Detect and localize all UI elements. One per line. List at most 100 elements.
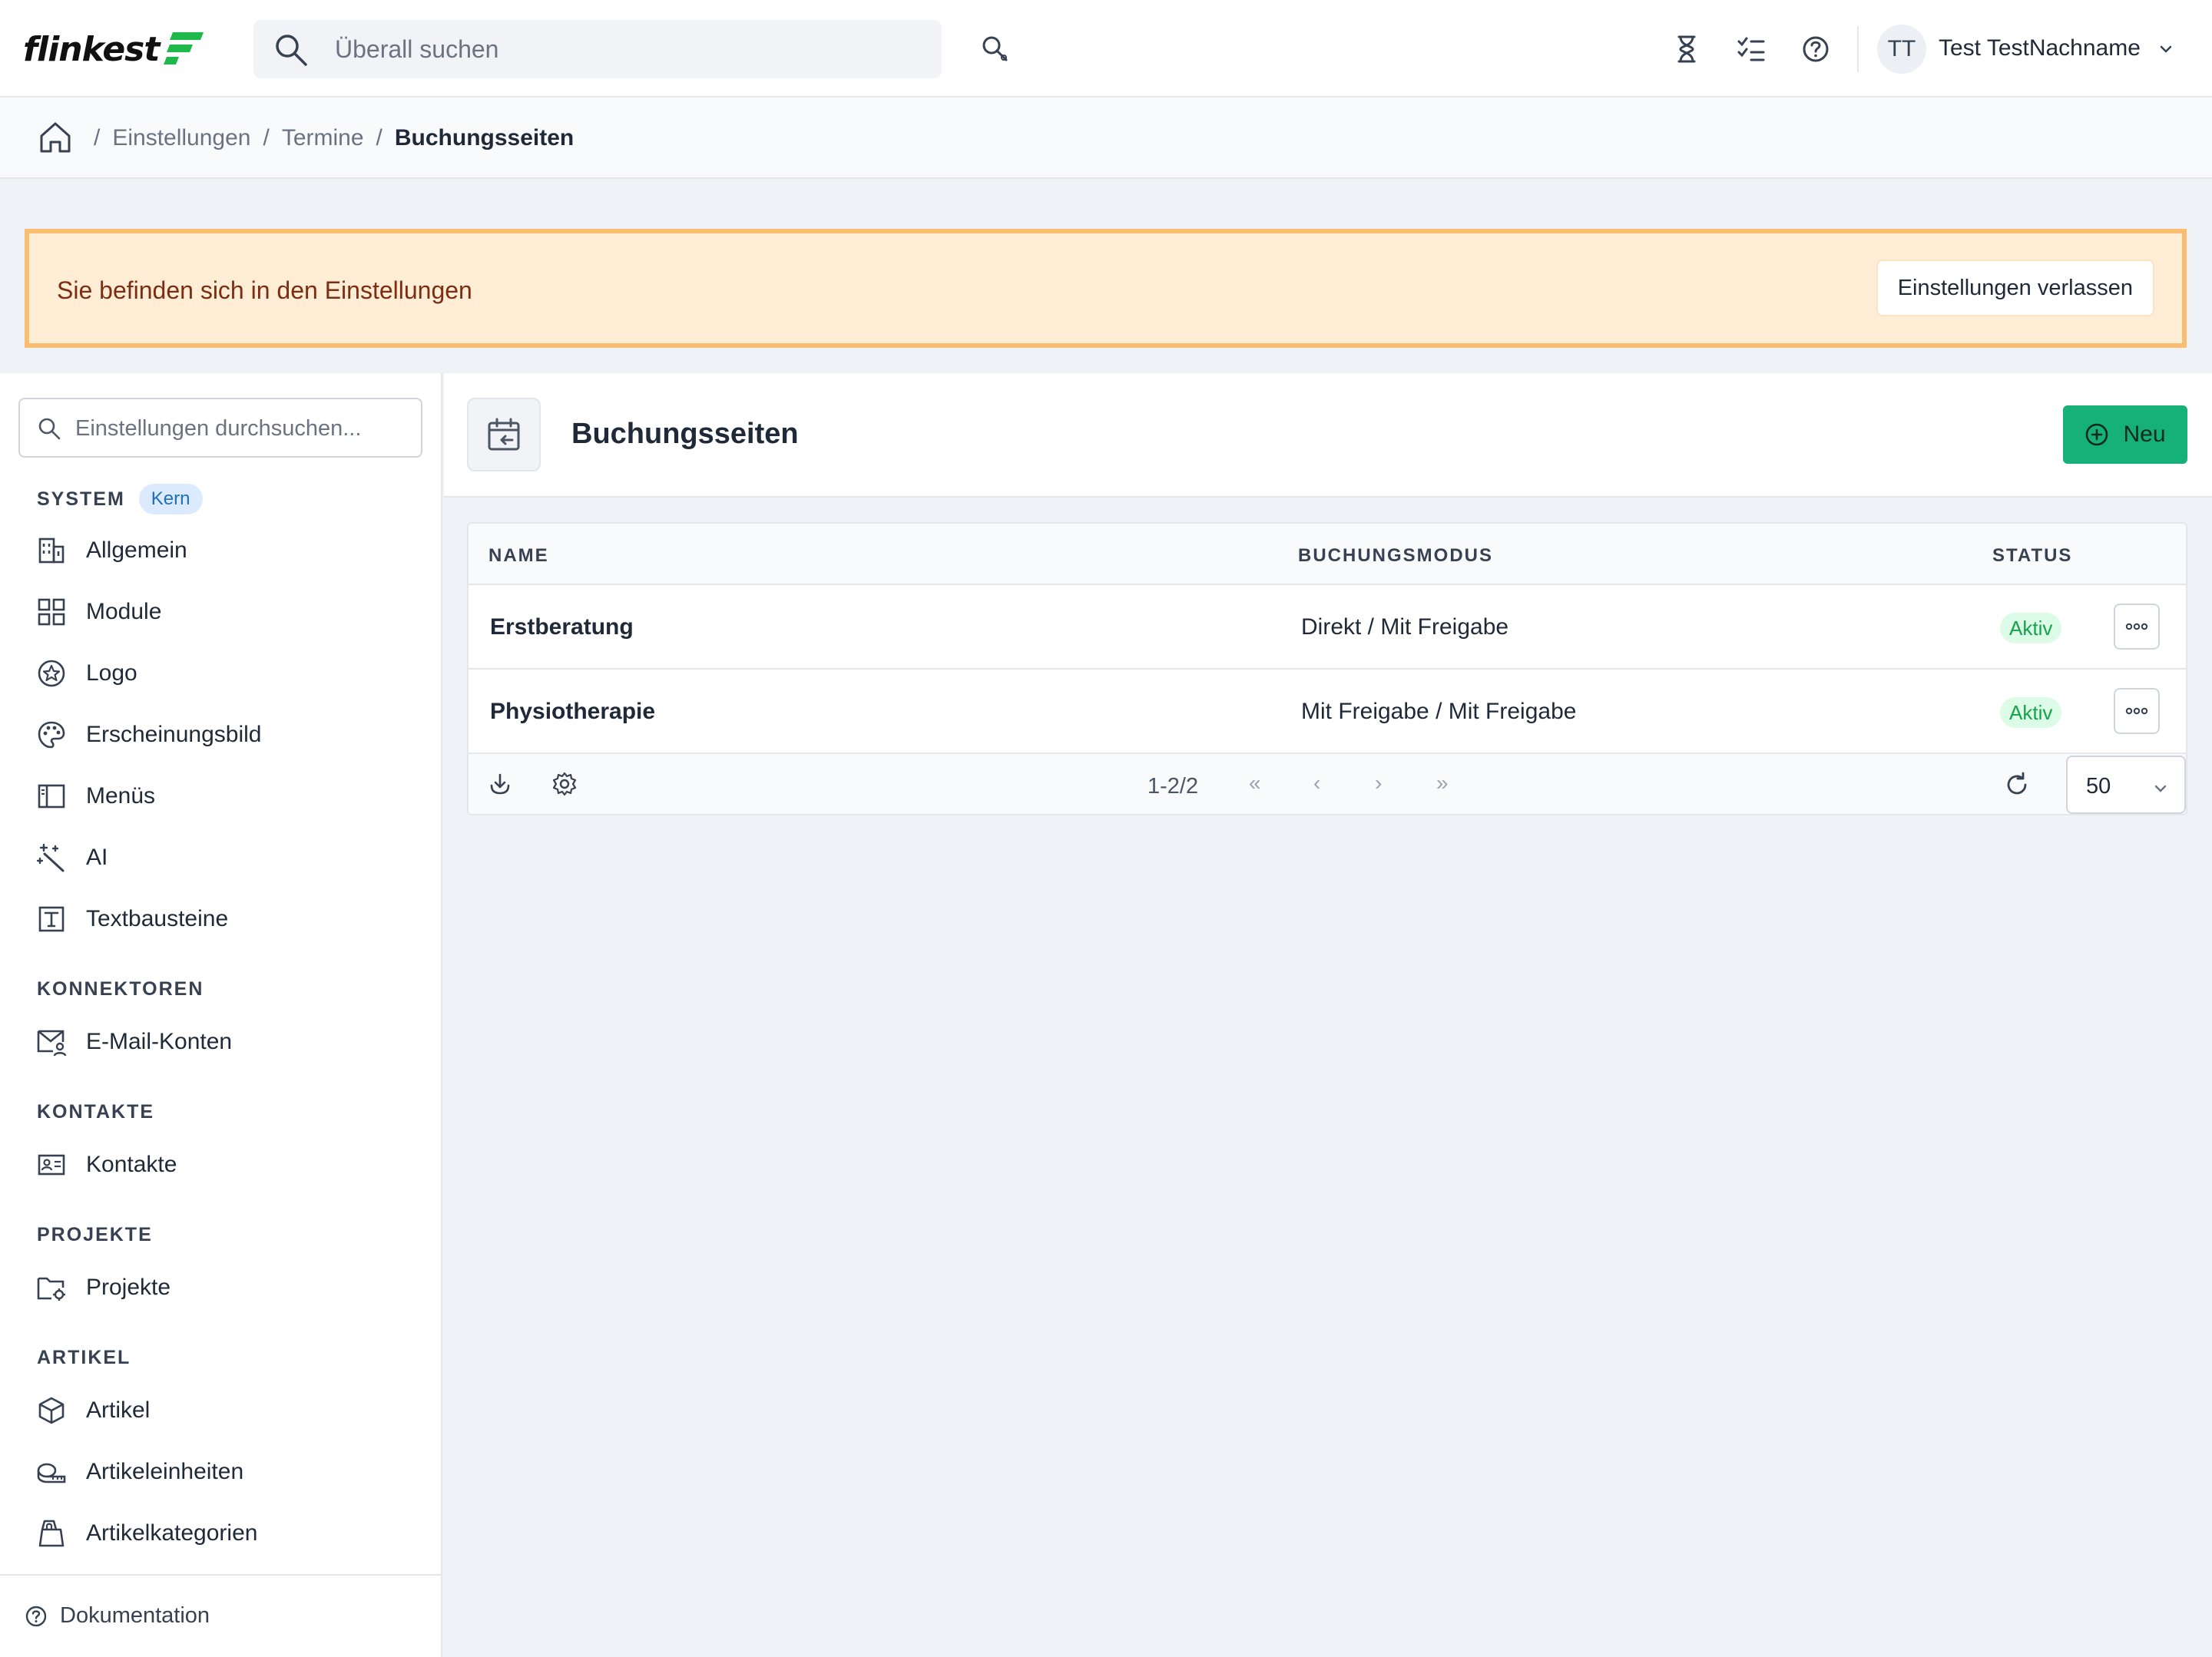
sidebar-item-artikel[interactable]: Artikel [35, 1391, 150, 1430]
divider [1857, 26, 1859, 72]
section-kontakte-heading: KONTAKTE [37, 1101, 154, 1123]
hourglass-icon[interactable] [1671, 34, 1702, 64]
avatar[interactable]: TT [1877, 25, 1926, 74]
advanced-search-icon[interactable] [980, 34, 1011, 64]
breadcrumb-separator: / [376, 125, 382, 150]
breadcrumb: / Einstellungen / Termine / Buchungsseit… [94, 125, 574, 151]
breadcrumb-separator: / [263, 125, 270, 150]
sidebar-item-label: Erscheinungsbild [86, 722, 262, 747]
pagination-range: 1-2/2 [1147, 774, 1199, 799]
column-header-name[interactable]: NAME [488, 545, 549, 567]
sidebar-item-label: Menüs [86, 783, 156, 809]
leave-settings-button[interactable]: Einstellungen verlassen [1876, 260, 2154, 316]
search-icon [38, 418, 61, 440]
page-title: Buchungsseiten [571, 418, 799, 450]
section-title: PROJEKTE [37, 1224, 153, 1245]
palette-icon [38, 721, 65, 749]
settings-search[interactable] [18, 398, 422, 458]
sidebar-item-ai[interactable]: AI [35, 838, 108, 877]
sidebar-item-textbausteine[interactable]: Textbausteine [35, 900, 228, 938]
grid-icon [38, 598, 65, 626]
text-block-icon [38, 906, 65, 932]
status-badge: Aktiv [2000, 697, 2062, 728]
section-projekte-heading: PROJEKTE [37, 1224, 153, 1246]
new-button-label: Neu [2123, 422, 2166, 447]
refresh-icon[interactable] [2003, 771, 2031, 799]
row-booking-mode: Direkt / Mit Freigabe [1301, 614, 1509, 640]
new-booking-page-button[interactable]: Neu [2063, 405, 2187, 464]
sidebar-item-projekte[interactable]: Projekte [35, 1268, 171, 1307]
breadcrumb-termine[interactable]: Termine [282, 125, 364, 151]
help-circle-icon [25, 1606, 47, 1626]
sidebar-item-artikelkategorien[interactable]: Artikelkategorien [35, 1514, 257, 1553]
sidebar-item-logo[interactable]: Logo [35, 654, 137, 693]
section-title: SYSTEM [37, 488, 125, 510]
page-size-select[interactable]: 50 [2066, 756, 2186, 814]
sidebar-layout-icon [38, 784, 65, 809]
sidebar-item-label: Artikeleinheiten [86, 1459, 244, 1484]
row-name[interactable]: Erstberatung [490, 614, 634, 640]
chevron-down-icon[interactable] [2157, 40, 2175, 58]
documentation-link[interactable]: Dokumentation [25, 1603, 210, 1629]
column-header-buchungsmodus[interactable]: BUCHUNGSMODUS [1298, 545, 1493, 567]
download-icon[interactable] [487, 771, 513, 797]
sidebar-item-menues[interactable]: Menüs [35, 777, 155, 815]
sidebar-item-label: Kontakte [86, 1152, 177, 1177]
banner-message: Sie befinden sich in den Einstellungen [57, 276, 472, 304]
row-actions-button[interactable] [2114, 604, 2160, 650]
last-page-button[interactable]: » [1436, 771, 1449, 795]
settings-mode-banner: Sie befinden sich in den Einstellungen E… [25, 229, 2187, 348]
app-logo[interactable]: flinkest [23, 28, 205, 71]
settings-sidebar: SYSTEM Kern Allgemein Module Logo Ersche… [0, 373, 442, 1657]
table-row[interactable]: Erstberatung Direkt / Mit Freigabe Aktiv [469, 585, 2186, 670]
page-header: Buchungsseiten Neu [444, 373, 2212, 498]
mail-account-icon [37, 1030, 67, 1057]
sidebar-item-kontakte[interactable]: Kontakte [35, 1146, 177, 1184]
sidebar-item-label: Allgemein [86, 537, 187, 563]
row-actions-button[interactable] [2114, 688, 2160, 734]
building-icon [38, 537, 65, 564]
row-booking-mode: Mit Freigabe / Mit Freigabe [1301, 699, 1577, 724]
sidebar-footer: Dokumentation [0, 1574, 441, 1657]
folder-gear-icon [37, 1277, 65, 1301]
magic-wand-icon [37, 843, 65, 872]
star-badge-icon [38, 660, 65, 687]
table-row[interactable]: Physiotherapie Mit Freigabe / Mit Freiga… [469, 670, 2186, 754]
sidebar-item-label: Artikel [86, 1397, 151, 1423]
first-page-button[interactable]: « [1249, 771, 1261, 795]
sidebar-item-erscheinungsbild[interactable]: Erscheinungsbild [35, 716, 261, 754]
breadcrumb-einstellungen[interactable]: Einstellungen [112, 125, 250, 151]
row-name[interactable]: Physiotherapie [490, 699, 655, 725]
user-name[interactable]: Test TestNachname [1939, 35, 2141, 61]
home-icon[interactable] [37, 119, 74, 156]
column-header-status[interactable]: STATUS [1992, 545, 2072, 567]
booking-pages-table: NAME BUCHUNGSMODUS STATUS Erstberatung D… [467, 522, 2187, 815]
tasks-checklist-icon[interactable] [1736, 34, 1767, 64]
settings-search-input[interactable] [75, 412, 413, 445]
section-title: KONNEKTOREN [37, 978, 204, 1000]
chevron-down-icon [2154, 785, 2167, 792]
kern-badge: Kern [138, 484, 203, 514]
breadcrumb-current: Buchungsseiten [394, 125, 575, 150]
sidebar-item-allgemein[interactable]: Allgemein [35, 531, 187, 570]
column-settings-icon[interactable] [551, 771, 578, 797]
shopping-bag-icon [38, 1520, 65, 1547]
logo-mark-icon [164, 32, 204, 64]
global-search[interactable] [253, 20, 942, 78]
global-search-input[interactable] [335, 31, 919, 68]
help-icon[interactable] [1800, 34, 1831, 64]
breadcrumb-bar: / Einstellungen / Termine / Buchungsseit… [0, 98, 2212, 179]
prev-page-button[interactable]: ‹ [1313, 771, 1320, 795]
calendar-import-icon [488, 418, 520, 451]
breadcrumb-separator: / [94, 125, 101, 150]
sidebar-item-module[interactable]: Module [35, 593, 161, 631]
box-icon [38, 1397, 65, 1424]
next-page-button[interactable]: › [1375, 771, 1382, 795]
section-title: KONTAKTE [37, 1101, 155, 1123]
sidebar-item-artikeleinheiten[interactable]: Artikeleinheiten [35, 1453, 243, 1491]
page-size-value: 50 [2086, 774, 2111, 799]
section-artikel-heading: ARTIKEL [37, 1347, 131, 1369]
more-horizontal-icon [2125, 707, 2148, 715]
section-system-heading: SYSTEM Kern [37, 484, 203, 514]
sidebar-item-email-konten[interactable]: E-Mail-Konten [35, 1023, 232, 1061]
